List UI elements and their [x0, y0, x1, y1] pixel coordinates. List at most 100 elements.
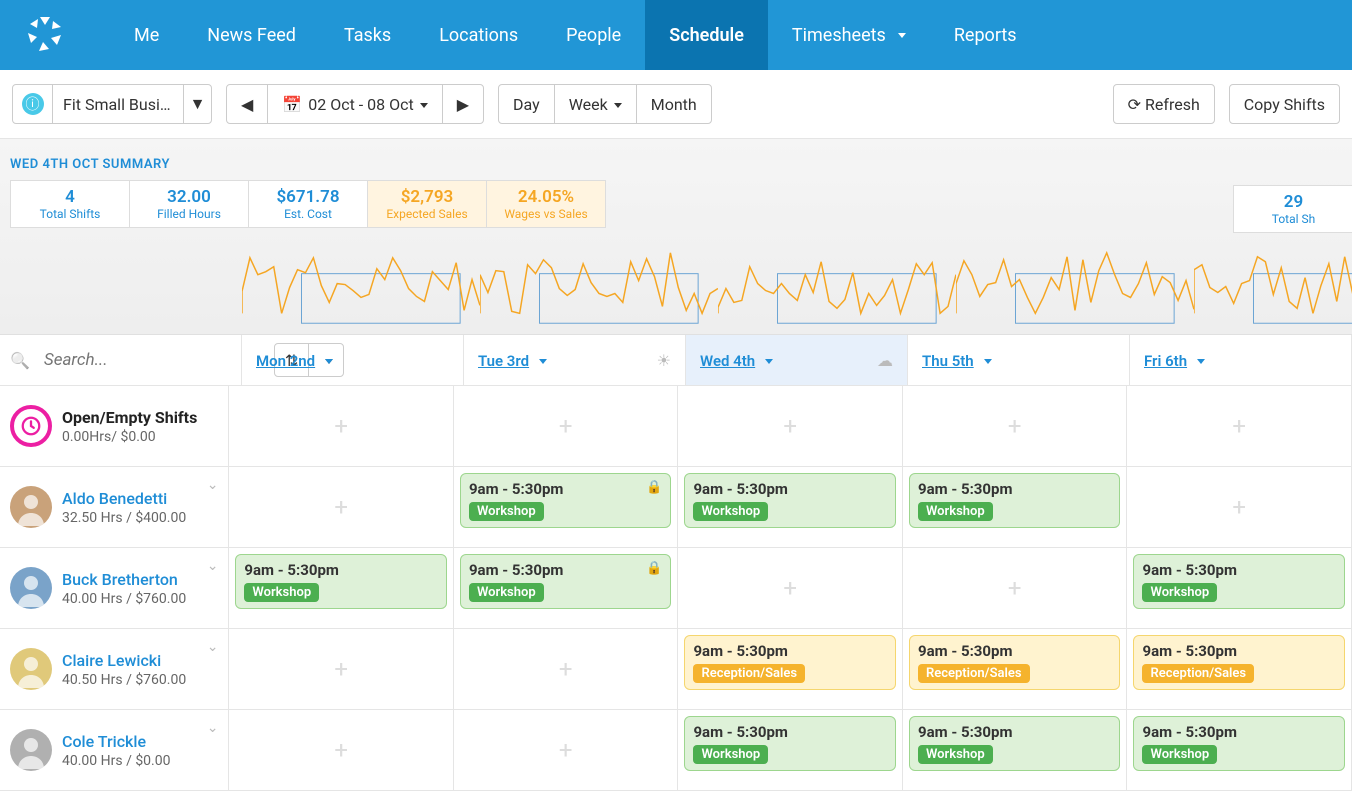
schedule-cell[interactable]: + [229, 467, 454, 547]
schedule-cell[interactable]: 🔒9am - 5:30pmWorkshop [454, 467, 679, 547]
schedule-cell[interactable]: 9am - 5:30pm Workshop [903, 710, 1128, 790]
day-header[interactable]: Wed 4th ☁ [686, 335, 908, 385]
schedule-cell[interactable]: + [678, 386, 903, 466]
chevron-down-icon [978, 351, 992, 370]
shift-card[interactable]: 9am - 5:30pmReception/Sales [909, 635, 1121, 690]
summary-label: Expected Sales [382, 207, 472, 221]
sparkline-cell [718, 234, 956, 334]
summary-label: Filled Hours [144, 207, 234, 221]
date-prev-button[interactable]: ◀ [226, 84, 268, 124]
nav-item-reports[interactable]: Reports [930, 0, 1041, 70]
schedule-cell[interactable]: + [229, 386, 454, 466]
schedule-cell[interactable]: + [454, 386, 679, 466]
date-next-button[interactable]: ▶ [442, 84, 484, 124]
shift-card[interactable]: 9am - 5:30pmWorkshop [909, 473, 1121, 528]
location-select[interactable]: ⓘ Fit Small Busin… ▼ [12, 84, 212, 124]
shift-card[interactable]: 9am - 5:30pmWorkshop [684, 473, 896, 528]
schedule-cell[interactable]: + [229, 629, 454, 709]
schedule-cell[interactable]: 9am - 5:30pmWorkshop [903, 467, 1128, 547]
shift-card[interactable]: 9am - 5:30pm Workshop [909, 716, 1121, 771]
day-header[interactable]: Mon 2nd [242, 335, 464, 385]
schedule-cell[interactable]: 9am - 5:30pmWorkshop [678, 467, 903, 547]
nav-item-locations[interactable]: Locations [415, 0, 542, 70]
add-shift-button[interactable]: + [460, 716, 672, 784]
schedule-cell[interactable]: 9am - 5:30pmReception/Sales [903, 629, 1128, 709]
add-shift-button[interactable]: + [235, 473, 447, 541]
shift-area-badge: Workshop [918, 745, 993, 764]
shift-card[interactable]: 9am - 5:30pmReception/Sales [684, 635, 896, 690]
shift-card[interactable]: 9am - 5:30pmReception/Sales [1133, 635, 1345, 690]
search-input[interactable] [44, 350, 266, 370]
shift-card[interactable]: 9am - 5:30pmWorkshop [1133, 716, 1345, 771]
day-header[interactable]: Thu 5th [908, 335, 1130, 385]
chevron-down-icon [892, 25, 906, 46]
refresh-button[interactable]: ⟳ Refresh [1113, 84, 1215, 124]
nav-item-timesheets[interactable]: Timesheets [768, 0, 930, 70]
chevron-down-icon[interactable] [207, 639, 219, 655]
employee-cell[interactable]: Buck Bretherton40.00 Hrs / $760.00 [0, 548, 229, 628]
date-range-button[interactable]: 📅 02 Oct - 08 Oct [267, 84, 442, 124]
day-link[interactable]: Fri 6th [1144, 352, 1187, 370]
shift-area-badge: Workshop [693, 745, 768, 764]
add-shift-button[interactable]: + [235, 716, 447, 784]
day-link[interactable]: Tue 3rd [478, 352, 529, 370]
view-day-button[interactable]: Day [498, 84, 555, 124]
day-link[interactable]: Mon 2nd [256, 352, 315, 370]
schedule-cell[interactable]: + [1127, 467, 1352, 547]
schedule-cell[interactable]: 9am - 5:30pmWorkshop [678, 710, 903, 790]
schedule-cell[interactable]: 9am - 5:30pmWorkshop [229, 548, 454, 628]
day-header[interactable]: Tue 3rd ☀ [464, 335, 686, 385]
schedule-cell[interactable]: + [229, 710, 454, 790]
schedule-cell[interactable]: 9am - 5:30pmWorkshop [1127, 710, 1352, 790]
shift-time: 9am - 5:30pm [918, 723, 1112, 741]
add-shift-button[interactable]: + [460, 635, 672, 703]
copy-shifts-button[interactable]: Copy Shifts [1229, 84, 1340, 124]
schedule-cell[interactable]: 9am - 5:30pmWorkshop [1127, 548, 1352, 628]
add-shift-button[interactable]: + [1133, 392, 1345, 460]
add-shift-button[interactable]: + [235, 392, 447, 460]
chevron-down-icon[interactable] [207, 558, 219, 574]
schedule-cell[interactable]: + [903, 386, 1128, 466]
employee-cell[interactable]: Aldo Benedetti32.50 Hrs / $400.00 [0, 467, 229, 547]
view-month-button[interactable]: Month [636, 84, 712, 124]
add-shift-button[interactable]: + [684, 554, 896, 622]
add-shift-button[interactable]: + [460, 392, 672, 460]
schedule-cell[interactable]: + [903, 548, 1128, 628]
schedule-cell[interactable]: + [678, 548, 903, 628]
schedule-cell[interactable]: + [454, 710, 679, 790]
nav-item-tasks[interactable]: Tasks [320, 0, 415, 70]
schedule-cell[interactable]: 🔒9am - 5:30pmWorkshop [454, 548, 679, 628]
nav-item-news-feed[interactable]: News Feed [183, 0, 320, 70]
view-week-button[interactable]: Week [554, 84, 637, 124]
employee-cell[interactable]: Claire Lewicki40.50 Hrs / $760.00 [0, 629, 229, 709]
schedule-cell[interactable]: 9am - 5:30pmReception/Sales [678, 629, 903, 709]
schedule-cell[interactable]: + [1127, 386, 1352, 466]
schedule-row: Aldo Benedetti32.50 Hrs / $400.00+🔒9am -… [0, 467, 1352, 548]
add-shift-button[interactable]: + [235, 635, 447, 703]
employee-name: Aldo Benedetti [62, 489, 186, 508]
schedule-cell[interactable]: 9am - 5:30pmReception/Sales [1127, 629, 1352, 709]
nav-item-me[interactable]: Me [110, 0, 183, 70]
add-shift-button[interactable]: + [684, 392, 896, 460]
schedule-cell[interactable]: + [454, 629, 679, 709]
nav-item-schedule[interactable]: Schedule [645, 0, 768, 70]
shift-card[interactable]: 9am - 5:30pmWorkshop [684, 716, 896, 771]
toolbar: ⓘ Fit Small Busin… ▼ ◀ 📅 02 Oct - 08 Oct… [0, 70, 1352, 139]
day-link[interactable]: Thu 5th [922, 352, 974, 370]
shift-card[interactable]: 9am - 5:30pmWorkshop [1133, 554, 1345, 609]
shift-card[interactable]: 9am - 5:30pmWorkshop [235, 554, 447, 609]
add-shift-button[interactable]: + [909, 392, 1121, 460]
shift-area-badge: Workshop [693, 502, 768, 521]
shift-card[interactable]: 🔒9am - 5:30pmWorkshop [460, 554, 672, 609]
nav-item-people[interactable]: People [542, 0, 645, 70]
add-shift-button[interactable]: + [1133, 473, 1345, 541]
chevron-down-icon[interactable] [207, 720, 219, 736]
lock-icon: 🔒 [646, 480, 662, 495]
employee-cell[interactable]: Open/Empty Shifts0.00Hrs/ $0.00 [0, 386, 229, 466]
day-link[interactable]: Wed 4th [700, 352, 755, 370]
employee-cell[interactable]: Cole Trickle40.00 Hrs / $0.00 [0, 710, 229, 790]
shift-card[interactable]: 🔒9am - 5:30pmWorkshop [460, 473, 672, 528]
chevron-down-icon[interactable] [207, 477, 219, 493]
add-shift-button[interactable]: + [909, 554, 1121, 622]
day-header[interactable]: Fri 6th [1130, 335, 1352, 385]
